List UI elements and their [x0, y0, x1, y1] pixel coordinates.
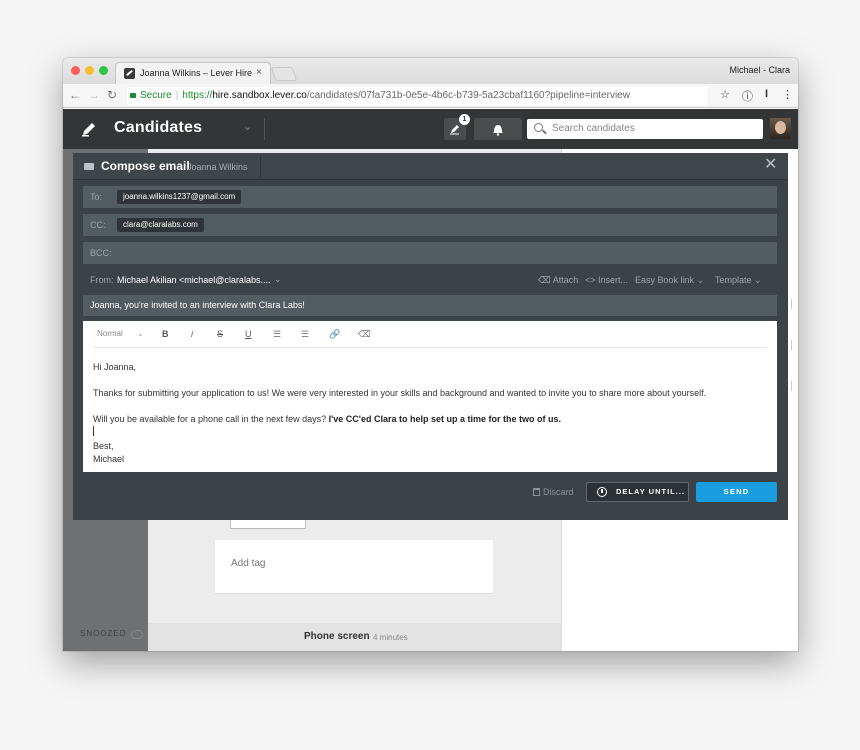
attach-button[interactable]: ⌫ Attach: [538, 275, 578, 286]
email-editor[interactable]: Normal ⌄ B i S U ☰ ☰ 🔗 ⌫ Hi Joanna, Than…: [83, 321, 777, 472]
mail-icon: [84, 163, 94, 170]
to-recipient-chip[interactable]: joanna.wilkins1237@gmail.com: [117, 190, 242, 204]
header-divider: [260, 156, 261, 178]
avatar[interactable]: [770, 118, 791, 139]
phone-screen-title: Phone screen: [304, 631, 370, 642]
phone-screen-row[interactable]: Phone screen 4 minutes: [148, 623, 561, 651]
to-field[interactable]: To: joanna.wilkins1237@gmail.com: [83, 186, 777, 208]
discard-button[interactable]: Discard: [533, 487, 574, 497]
info-icon[interactable]: ⓘ: [742, 88, 753, 104]
cc-recipient-chip[interactable]: clara@claralabs.com: [117, 218, 204, 232]
reload-icon[interactable]: ↻: [107, 88, 117, 102]
tab-title: Joanna Wilkins – Lever Hire: [140, 68, 253, 78]
new-tab-button[interactable]: [270, 67, 298, 81]
bell-icon: [493, 125, 503, 136]
body-signature: Michael: [93, 454, 125, 464]
delay-until-button[interactable]: DELAY UNTIL...: [586, 482, 689, 502]
email-body[interactable]: Hi Joanna, Thanks for submitting your ap…: [93, 361, 767, 466]
search-icon: [534, 123, 543, 132]
lever-favicon-icon: [124, 68, 135, 79]
close-window-button[interactable]: [71, 66, 80, 75]
text-caret: [93, 426, 767, 440]
pen-logo-icon: [82, 123, 95, 137]
app-header: Candidates ⌄ 1 Search candidates: [63, 109, 798, 149]
compose-candidate-name: Joanna Wilkins: [187, 162, 248, 172]
delay-until-label: DELAY UNTIL...: [616, 487, 686, 496]
template-button[interactable]: Template ⌄: [715, 275, 762, 286]
snoozed-label[interactable]: SNOOZED 0: [80, 629, 144, 639]
browser-tab-bar: Joanna Wilkins – Lever Hire × Michael - …: [63, 58, 798, 84]
insert-button[interactable]: <> Insert...: [585, 275, 628, 285]
url-host: hire.sandbox.lever.co: [212, 90, 307, 101]
bullet-list-icon[interactable]: ☰: [301, 329, 309, 340]
chevron-down-icon[interactable]: ⌄: [137, 329, 144, 338]
notification-badge: 1: [459, 114, 470, 125]
bcc-field[interactable]: BCC:: [83, 242, 777, 264]
chevron-down-icon[interactable]: ⌄: [243, 120, 252, 133]
body-paragraph: Thanks for submitting your application t…: [93, 388, 707, 398]
clear-format-icon[interactable]: ⌫: [358, 329, 371, 340]
address-bar: ← → ↻ Secure | https://hire.sandbox.lever.…: [63, 84, 798, 108]
partial-button: [230, 519, 306, 529]
compose-title: Compose email: [101, 159, 190, 173]
maximize-window-button[interactable]: [99, 66, 108, 75]
bold-icon[interactable]: B: [162, 329, 169, 339]
to-label: To:: [90, 192, 103, 202]
clock-icon: [597, 487, 607, 497]
trash-icon: [533, 488, 540, 496]
compose-email-modal: Compose email Joanna Wilkins ✕ To: joann…: [73, 153, 788, 520]
underline-icon[interactable]: U: [245, 329, 252, 339]
notifications-button[interactable]: [474, 118, 522, 140]
strikethrough-icon[interactable]: S: [217, 329, 223, 339]
forward-arrow-icon[interactable]: →: [88, 88, 100, 102]
browser-window: Joanna Wilkins – Lever Hire × Michael - …: [63, 58, 798, 651]
from-row: From: Michael Akilian <michael@claralabs…: [83, 273, 777, 289]
chevron-down-icon: ⌄: [696, 275, 705, 285]
browser-profile-name[interactable]: Michael - Clara: [729, 65, 790, 75]
body-paragraph: Will you be available for a phone call i…: [93, 414, 561, 424]
from-select[interactable]: Michael Akilian <michael@claralabs....: [117, 275, 270, 285]
compose-header: Compose email Joanna Wilkins ✕: [73, 153, 788, 180]
chevron-down-icon: ⌄: [754, 275, 762, 285]
tag-card: Add tag: [215, 540, 493, 594]
header-divider: [264, 118, 265, 140]
bcc-label: BCC:: [90, 248, 112, 258]
add-tag-input[interactable]: Add tag: [231, 558, 265, 569]
send-button[interactable]: SEND: [696, 482, 777, 502]
compose-footer: Discard DELAY UNTIL... SEND: [73, 480, 788, 520]
page-title: Candidates: [114, 119, 203, 136]
chevron-down-icon[interactable]: ⌄: [274, 274, 282, 285]
body-greeting: Hi Joanna,: [93, 362, 137, 372]
cc-field[interactable]: CC: clara@claralabs.com: [83, 214, 777, 236]
search-placeholder: Search candidates: [552, 123, 635, 134]
browser-tab[interactable]: Joanna Wilkins – Lever Hire ×: [115, 62, 271, 84]
editor-toolbar: Normal ⌄ B i S U ☰ ☰ 🔗 ⌫: [93, 321, 767, 348]
more-menu-icon[interactable]: ⋮: [782, 88, 793, 101]
from-label: From:: [90, 275, 114, 285]
subject-field[interactable]: Joanna, you're invited to an interview w…: [83, 295, 777, 316]
italic-icon[interactable]: i: [191, 329, 193, 339]
bookmark-star-icon[interactable]: ☆: [720, 88, 730, 101]
back-arrow-icon[interactable]: ←: [69, 88, 81, 102]
easy-book-link-button[interactable]: Easy Book link ⌄: [635, 275, 704, 286]
url-scheme: https://: [182, 90, 213, 101]
tab-close-icon[interactable]: ×: [256, 67, 262, 78]
snoozed-count: 0: [130, 630, 144, 639]
close-icon[interactable]: ✕: [764, 157, 777, 173]
cc-label: CC:: [90, 220, 106, 230]
url-field[interactable]: Secure | https://hire.sandbox.lever.co/can…: [127, 87, 707, 105]
search-input[interactable]: Search candidates: [527, 119, 763, 139]
body-signoff: Best,: [93, 441, 114, 451]
phone-screen-duration: 4 minutes: [373, 633, 408, 642]
link-icon[interactable]: 🔗: [329, 329, 340, 340]
format-select[interactable]: Normal: [97, 329, 123, 338]
url-path: /candidates/07fa731b-0e5e-4b6c-b739-5a23…: [306, 90, 630, 101]
extension-icon[interactable]: I: [765, 88, 768, 100]
lock-icon: [130, 93, 136, 98]
minimize-window-button[interactable]: [85, 66, 94, 75]
paperclip-icon: ⌫: [538, 275, 551, 285]
secure-label: Secure: [140, 90, 172, 101]
compose-button[interactable]: 1: [444, 114, 470, 140]
ordered-list-icon[interactable]: ☰: [273, 329, 281, 340]
